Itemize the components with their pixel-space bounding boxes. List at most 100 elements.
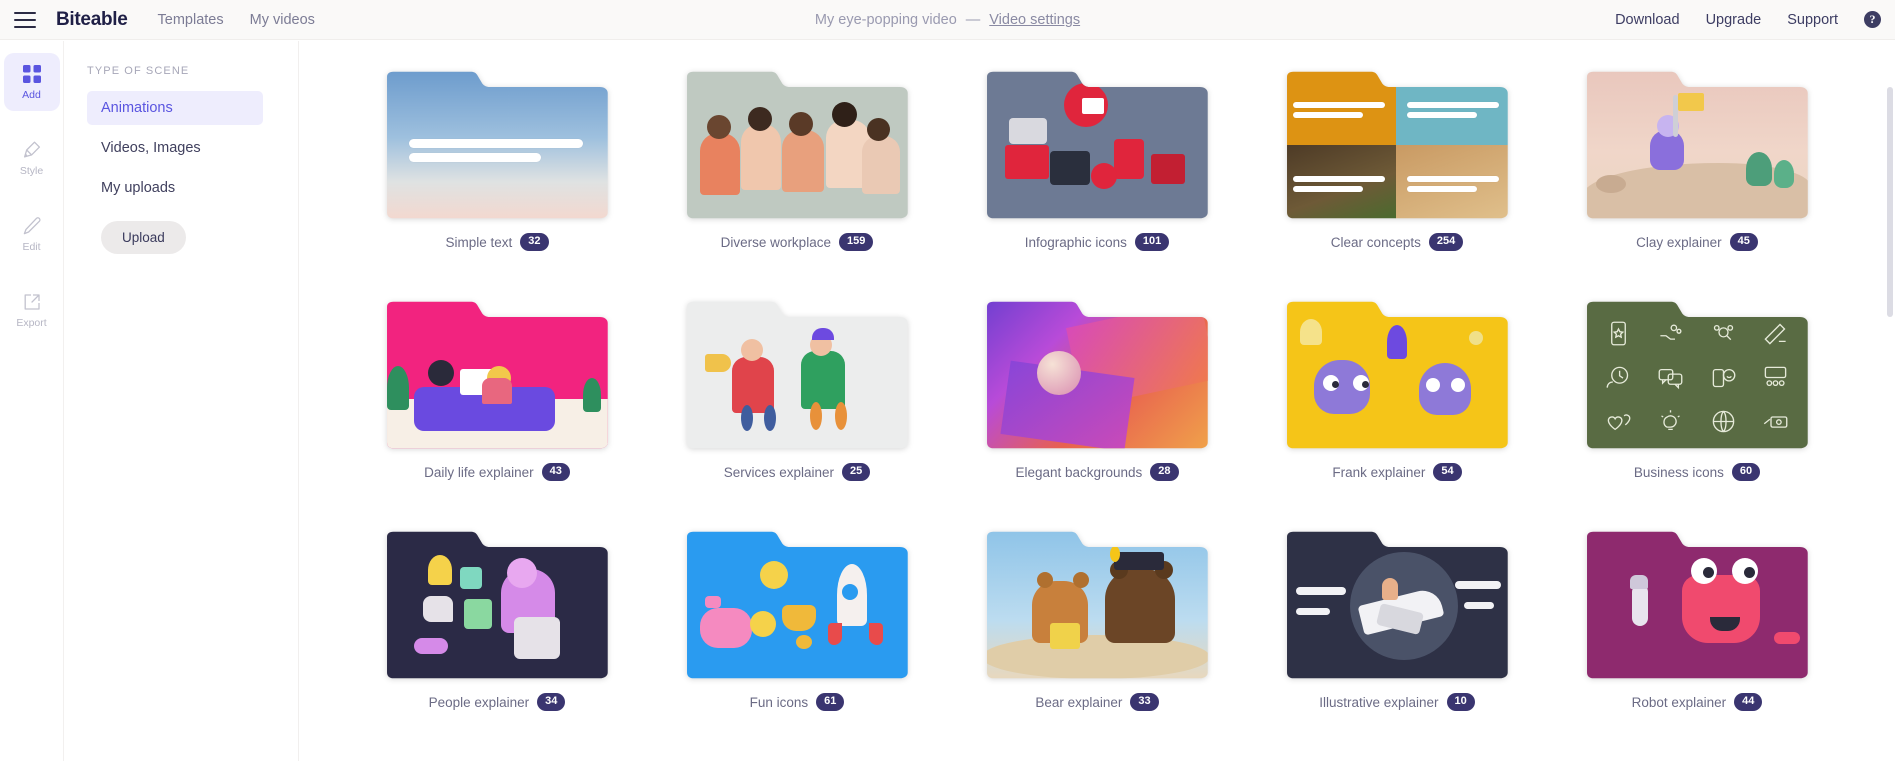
folder-caption: Business icons 60 <box>1582 463 1812 481</box>
brand-logo[interactable]: Biteable <box>56 9 128 31</box>
folder-label: Daily life explainer <box>424 464 534 480</box>
folder-caption: Services explainer 25 <box>682 463 912 481</box>
nav-templates[interactable]: Templates <box>158 12 224 28</box>
folder-count-badge: 32 <box>520 233 549 251</box>
folder-card-clear-concepts[interactable]: Clear concepts 254 <box>1282 71 1512 251</box>
folder-card-frank-explainer[interactable]: Frank explainer 54 <box>1282 301 1512 481</box>
upgrade-link[interactable]: Upgrade <box>1706 12 1762 28</box>
folder-count-badge: 61 <box>816 693 845 711</box>
rail-label-edit: Edit <box>22 240 41 253</box>
folder-thumbnail <box>682 531 910 679</box>
folder-card-simple-text[interactable]: Simple text 32 <box>382 71 612 251</box>
title-separator: — <box>965 11 981 28</box>
folder-thumbnail <box>382 71 610 219</box>
support-link[interactable]: Support <box>1787 12 1838 28</box>
folder-count-badge: 44 <box>1734 693 1763 711</box>
sidebar-label-animations: Animations <box>101 100 173 116</box>
pencil-icon <box>22 216 42 236</box>
rail-item-style[interactable]: Style <box>4 129 60 187</box>
folder-label: Infographic icons <box>1024 234 1127 250</box>
sidebar-item-videos-images[interactable]: Videos, Images <box>87 131 263 165</box>
folder-card-illustrative-explainer[interactable]: Illustrative explainer 10 <box>1282 531 1512 711</box>
folder-label: Diverse workplace <box>720 234 831 250</box>
sidebar-label-videos-images: Videos, Images <box>101 140 201 156</box>
folder-label: Illustrative explainer <box>1319 694 1439 710</box>
export-icon <box>22 292 42 312</box>
sidebar-item-my-uploads[interactable]: My uploads <box>87 171 263 205</box>
phone-star-icon <box>1605 320 1632 347</box>
folder-caption: Bear explainer 33 <box>982 693 1212 711</box>
folder-card-daily-life-explainer[interactable]: Daily life explainer 43 <box>382 301 612 481</box>
hamburger-icon[interactable] <box>14 11 36 28</box>
hand-writing-icon <box>1762 320 1789 347</box>
left-rail: Add Style Edit Export <box>0 41 64 761</box>
folder-card-business-icons[interactable]: Business icons 60 <box>1582 301 1812 481</box>
folder-card-infographic-icons[interactable]: Infographic icons 101 <box>982 71 1212 251</box>
folder-thumbnail <box>982 301 1210 449</box>
upload-button[interactable]: Upload <box>101 221 186 254</box>
folder-count-badge: 101 <box>1134 233 1170 251</box>
rail-item-edit[interactable]: Edit <box>4 205 60 263</box>
folder-label: Services explainer <box>723 464 835 480</box>
people-search-icon <box>1710 320 1737 347</box>
folder-caption: Daily life explainer 43 <box>382 463 612 481</box>
folder-count-badge: 25 <box>842 463 871 481</box>
folder-count-badge: 28 <box>1150 463 1179 481</box>
sidebar-item-animations[interactable]: Animations <box>87 91 263 125</box>
team-feedback-icon <box>1762 364 1789 391</box>
folder-card-elegant-backgrounds[interactable]: Elegant backgrounds 28 <box>982 301 1212 481</box>
folder-count-badge: 60 <box>1731 463 1761 481</box>
rail-label-style: Style <box>19 164 44 177</box>
happy-face-phone-icon <box>1710 364 1737 391</box>
folder-caption: Illustrative explainer 10 <box>1282 693 1512 711</box>
folder-count-badge: 254 <box>1428 233 1464 251</box>
rail-item-add[interactable]: Add <box>3 53 60 111</box>
folder-thumbnail <box>682 71 910 219</box>
folder-card-diverse-workplace[interactable]: Diverse workplace 159 <box>682 71 912 251</box>
grid-add-icon <box>22 64 42 84</box>
lightbulb-icon <box>1657 408 1684 435</box>
help-circle-icon[interactable]: ? <box>1864 11 1881 28</box>
folder-thumbnail <box>982 71 1210 219</box>
folder-card-services-explainer[interactable]: Services explainer 25 <box>682 301 912 481</box>
folder-label: Business icons <box>1633 464 1724 480</box>
rail-label-add: Add <box>22 88 41 101</box>
folder-card-robot-explainer[interactable]: Robot explainer 44 <box>1582 531 1812 711</box>
folder-count-badge: 159 <box>838 233 874 251</box>
folder-card-fun-icons[interactable]: Fun icons 61 <box>682 531 912 711</box>
folder-caption: Clay explainer 45 <box>1582 233 1812 251</box>
top-right-actions: Download Upgrade Support ? <box>1615 11 1881 28</box>
time-person-icon <box>1605 364 1632 391</box>
money-hand-icon <box>1762 408 1789 435</box>
video-settings-link[interactable]: Video settings <box>989 12 1080 28</box>
scene-library-panel: Simple text 32 Diverse workplace 159 Inf… <box>300 41 1895 761</box>
nav-my-videos[interactable]: My videos <box>250 12 315 28</box>
top-bar: Biteable Templates My videos My eye-popp… <box>0 0 1895 40</box>
folder-thumbnail <box>382 531 610 679</box>
top-nav: Templates My videos <box>158 12 315 28</box>
video-title-area: My eye-popping video — Video settings <box>815 12 1080 28</box>
folder-caption: People explainer 34 <box>382 693 612 711</box>
folder-grid: Simple text 32 Diverse workplace 159 Inf… <box>382 71 1895 711</box>
folder-card-bear-explainer[interactable]: Bear explainer 33 <box>982 531 1212 711</box>
folder-card-clay-explainer[interactable]: Clay explainer 45 <box>1582 71 1812 251</box>
sidebar-label-my-uploads: My uploads <box>101 180 176 196</box>
folder-caption: Infographic icons 101 <box>982 233 1212 251</box>
folder-label: Robot explainer <box>1631 694 1727 710</box>
folder-count-badge: 43 <box>541 463 570 481</box>
folder-thumbnail <box>682 301 910 449</box>
folder-caption: Robot explainer 44 <box>1582 693 1812 711</box>
sidebar-heading: TYPE OF SCENE <box>87 65 190 77</box>
folder-caption: Fun icons 61 <box>682 693 912 711</box>
folder-thumbnail <box>1582 301 1810 449</box>
content-scrollbar[interactable] <box>1887 87 1893 317</box>
rail-item-export[interactable]: Export <box>4 281 60 339</box>
download-link[interactable]: Download <box>1615 12 1680 28</box>
folder-caption: Clear concepts 254 <box>1282 233 1512 251</box>
folder-count-badge: 45 <box>1729 233 1758 251</box>
chat-bubbles-icon <box>1657 364 1684 391</box>
folder-count-badge: 33 <box>1130 693 1159 711</box>
folder-card-people-explainer[interactable]: People explainer 34 <box>382 531 612 711</box>
folder-thumbnail <box>982 531 1210 679</box>
video-title: My eye-popping video <box>814 11 957 28</box>
